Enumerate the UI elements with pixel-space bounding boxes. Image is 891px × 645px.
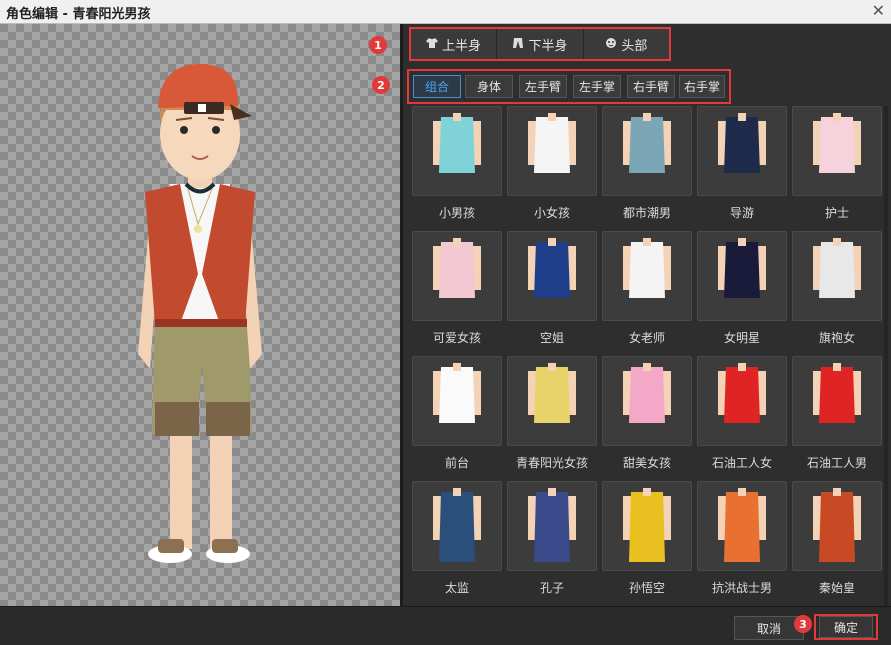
tab-lower-body-label: 下半身 (528, 38, 568, 54)
sub-tab-bar: 组合 身体 左手臂 左手掌 右手臂 右手掌 (407, 69, 731, 104)
costume-thumbnail (792, 481, 882, 571)
cancel-button[interactable]: 取消 (734, 616, 804, 640)
costume-thumbnail (792, 231, 882, 321)
costume-label: 甜美女孩 (622, 456, 671, 470)
costume-thumbnail (792, 356, 882, 446)
costume-label: 太监 (444, 581, 469, 595)
character-figure (138, 64, 262, 563)
title-bar: 角色编辑 - 青春阳光男孩 ✕ (0, 0, 891, 24)
costume-label: 抗洪战士男 (711, 581, 772, 595)
costume-label: 石油工人男 (806, 456, 867, 470)
costume-item[interactable]: 太监 (412, 481, 502, 601)
costume-thumbnail (507, 481, 597, 571)
ok-button-highlight: 确定 (814, 614, 878, 640)
costume-thumbnail (602, 106, 692, 196)
costume-item[interactable]: 小男孩 (412, 106, 502, 226)
costume-item[interactable]: 旗袍女 (792, 231, 882, 351)
costume-label: 青春阳光女孩 (515, 456, 588, 470)
costume-item[interactable]: 石油工人男 (792, 356, 882, 476)
tab-lower-body[interactable]: 下半身 (497, 29, 584, 59)
costume-grid: 小男孩 小女孩 都市潮男 导游 护士可爱女孩 空姐 女老师 女明星 旗袍女前台 青春阳光女孩 甜美女… (412, 106, 882, 606)
costume-thumbnail (792, 106, 882, 196)
costume-thumbnail (697, 231, 787, 321)
costume-item[interactable]: 导游 (697, 106, 787, 226)
step-badge-2: 2 (372, 76, 390, 94)
costume-label: 导游 (729, 206, 754, 220)
costume-thumbnail (697, 106, 787, 196)
costume-item[interactable]: 秦始皇 (792, 481, 882, 601)
subtab-right-hand[interactable]: 右手掌 (679, 75, 725, 98)
tab-upper-body-label: 上半身 (442, 38, 482, 54)
costume-label: 女老师 (628, 331, 665, 345)
costume-item[interactable]: 空姐 (507, 231, 597, 351)
step-badge-1: 1 (369, 36, 387, 54)
costume-thumbnail (697, 481, 787, 571)
costume-item[interactable]: 青春阳光女孩 (507, 356, 597, 476)
shirt-icon (426, 37, 439, 52)
costume-item[interactable]: 女老师 (602, 231, 692, 351)
step-badge-3: 3 (794, 615, 812, 633)
subtab-combo[interactable]: 组合 (413, 75, 461, 98)
costume-label: 孙悟空 (628, 581, 665, 595)
costume-label: 可爱女孩 (432, 331, 481, 345)
costume-item[interactable]: 都市潮男 (602, 106, 692, 226)
face-icon (605, 37, 617, 52)
costume-item[interactable]: 小女孩 (507, 106, 597, 226)
costume-item[interactable]: 女明星 (697, 231, 787, 351)
subtab-left-arm[interactable]: 左手臂 (519, 75, 567, 98)
costume-item[interactable]: 孙悟空 (602, 481, 692, 601)
costume-thumbnail (412, 106, 502, 196)
window-title: 角色编辑 - 青春阳光男孩 (6, 7, 151, 22)
close-icon[interactable]: ✕ (872, 1, 885, 20)
subtab-right-arm[interactable]: 右手臂 (627, 75, 675, 98)
grid-scrollbar[interactable] (884, 106, 888, 606)
pants-icon (512, 37, 524, 52)
costume-thumbnail (412, 481, 502, 571)
costume-label: 空姐 (539, 331, 564, 345)
costume-item[interactable]: 孔子 (507, 481, 597, 601)
costume-label: 护士 (824, 206, 849, 220)
costume-label: 女明星 (723, 331, 760, 345)
costume-item[interactable]: 石油工人女 (697, 356, 787, 476)
costume-thumbnail (507, 231, 597, 321)
costume-label: 前台 (444, 456, 469, 470)
costume-label: 石油工人女 (711, 456, 772, 470)
subtab-body[interactable]: 身体 (465, 75, 513, 98)
costume-label: 都市潮男 (622, 206, 671, 220)
ok-button[interactable]: 确定 (819, 616, 873, 638)
costume-item[interactable]: 前台 (412, 356, 502, 476)
main-tab-bar: 上半身 下半身 头部 (409, 27, 671, 61)
costume-thumbnail (412, 231, 502, 321)
costume-thumbnail (602, 481, 692, 571)
subtab-left-hand[interactable]: 左手掌 (573, 75, 621, 98)
tab-head[interactable]: 头部 (583, 29, 669, 59)
costume-item[interactable]: 护士 (792, 106, 882, 226)
costume-item[interactable]: 甜美女孩 (602, 356, 692, 476)
costume-thumbnail (697, 356, 787, 446)
costume-thumbnail (507, 356, 597, 446)
tab-upper-body[interactable]: 上半身 (411, 29, 498, 59)
costume-label: 孔子 (539, 581, 564, 595)
costume-item[interactable]: 可爱女孩 (412, 231, 502, 351)
costume-thumbnail (602, 231, 692, 321)
costume-thumbnail (507, 106, 597, 196)
character-preview (0, 24, 400, 606)
costume-item[interactable]: 抗洪战士男 (697, 481, 787, 601)
costume-thumbnail (412, 356, 502, 446)
costume-label: 旗袍女 (818, 331, 855, 345)
costume-label: 小女孩 (533, 206, 570, 220)
costume-label: 秦始皇 (818, 581, 855, 595)
costume-label: 小男孩 (438, 206, 475, 220)
costume-thumbnail (602, 356, 692, 446)
tab-head-label: 头部 (621, 38, 648, 54)
